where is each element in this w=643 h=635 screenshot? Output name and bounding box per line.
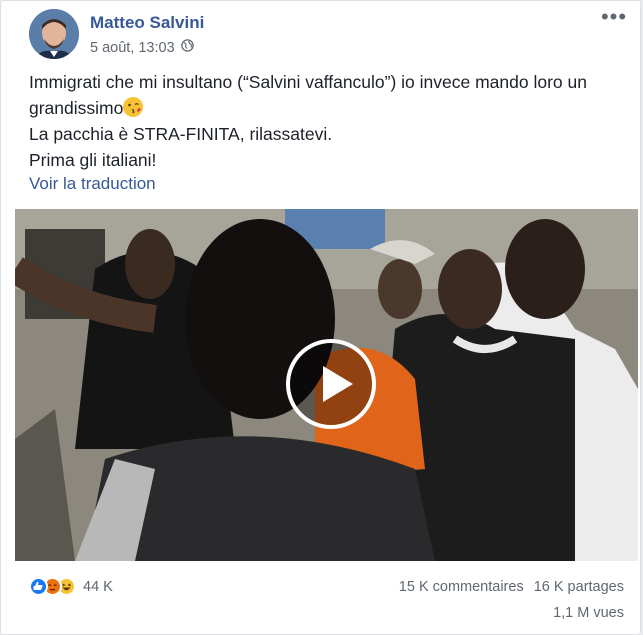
video-player[interactable] (15, 209, 638, 561)
views-count: 1,1 M vues (553, 605, 624, 621)
globe-icon (180, 39, 194, 56)
comments-count[interactable]: 15 K commentaires (399, 579, 524, 595)
avatar-image (29, 9, 79, 59)
post-meta: 5 août, 13:03 (90, 39, 194, 56)
post-date[interactable]: 5 août, 13:03 (90, 40, 175, 56)
more-options-icon[interactable]: ••• (600, 6, 628, 29)
like-icon (29, 577, 48, 596)
post-text-line: Prima gli italiani! (29, 150, 157, 170)
post-text-line: La pacchia è STRA-FINITA, rilassatevi. (29, 124, 333, 144)
engagement-stats: 15 K commentaires 16 K partages (399, 579, 624, 595)
reaction-count[interactable]: 44 K (83, 579, 113, 595)
play-icon[interactable] (286, 339, 376, 429)
author-avatar[interactable] (29, 9, 79, 59)
post-text-line: Immigrati che mi insultano (“Salvini vaf… (29, 72, 587, 92)
post-text-word: grandissimo (29, 98, 124, 118)
see-translation-link[interactable]: Voir la traduction (29, 174, 156, 194)
post-footer: 44 K 15 K commentaires 16 K partages 1,1… (29, 573, 624, 633)
post-text: Immigrati che mi insultano (“Salvini vaf… (29, 69, 629, 173)
facebook-post-card: Matteo Salvini 5 août, 13:03 ••• Immigra… (0, 0, 641, 635)
post-text-line-emoji: grandissimo (29, 95, 629, 121)
author-name[interactable]: Matteo Salvini (90, 13, 204, 33)
kiss-emoji-icon (123, 97, 144, 117)
reactions-summary[interactable]: 44 K (29, 577, 113, 596)
post-header: Matteo Salvini 5 août, 13:03 ••• (29, 6, 628, 61)
shares-count[interactable]: 16 K partages (534, 579, 624, 595)
